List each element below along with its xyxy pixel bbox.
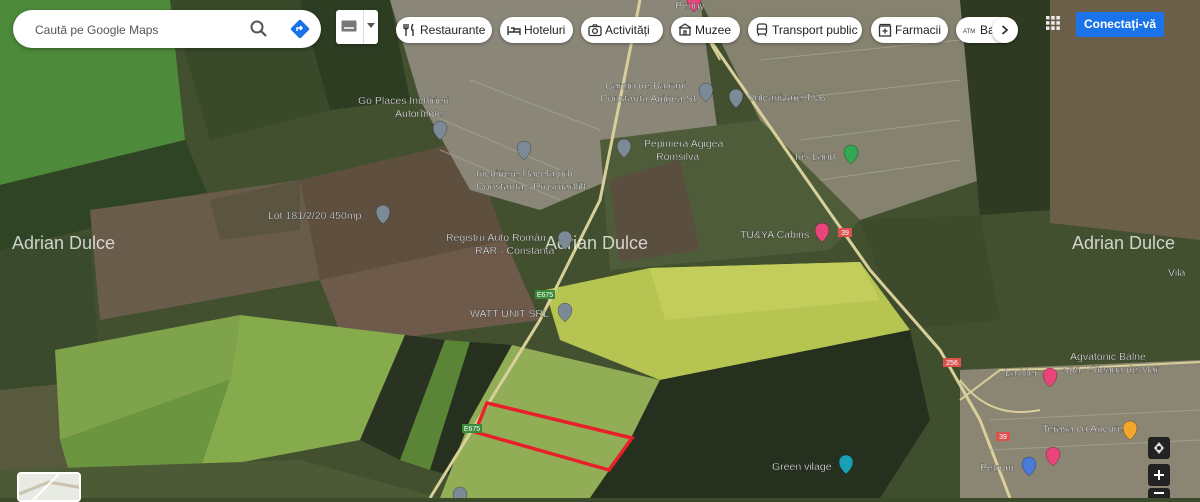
restaurant-icon <box>403 23 414 36</box>
svg-text:Petrom: Petrom <box>980 462 1014 474</box>
svg-text:Pepiniera Agigea: Pepiniera Agigea <box>644 138 724 150</box>
road-shield-e675-b: E675 <box>462 424 482 433</box>
chevron-right-icon <box>1001 25 1009 35</box>
chip-transit[interactable]: Transport public <box>748 17 862 43</box>
svg-text:Vulcanizare T&B: Vulcanizare T&B <box>748 92 826 104</box>
road-shield-e675-a: E675 <box>535 290 555 299</box>
chip-museums[interactable]: Muzee <box>671 17 740 43</box>
svg-text:Constanta - Prosmartlift: Constanta - Prosmartlift <box>476 181 586 193</box>
keyboard-icon <box>341 20 357 32</box>
search-box[interactable] <box>13 10 321 50</box>
camera-icon <box>588 24 602 37</box>
plus-icon <box>1154 470 1164 480</box>
watermark-right: Adrian Dulce <box>1072 233 1175 253</box>
place-penny[interactable]: Penny <box>675 0 706 13</box>
svg-text:RAR - Constanța: RAR - Constanța <box>475 245 555 257</box>
chip-label: Transport public <box>772 23 858 37</box>
sign-in-button[interactable]: Conectați-vă <box>1076 12 1164 37</box>
svg-text:Agvatonic Balne: Agvatonic Balne <box>1070 351 1146 363</box>
svg-text:E675: E675 <box>464 426 480 433</box>
svg-text:La Mer: La Mer <box>1005 367 1038 379</box>
svg-text:39: 39 <box>999 434 1007 441</box>
svg-text:ATM: ATM <box>963 29 975 35</box>
svg-text:WATT UNIT SRL: WATT UNIT SRL <box>470 308 549 320</box>
svg-text:Registru Auto Român: Registru Auto Român <box>446 232 546 244</box>
svg-text:Constanta Agigea Sf.: Constanta Agigea Sf. <box>600 93 699 105</box>
svg-text:Autorulote: Autorulote <box>395 108 443 120</box>
chip-label: Muzee <box>695 23 732 37</box>
svg-text:Inchiriere Nacela prb: Inchiriere Nacela prb <box>476 168 573 180</box>
chip-label: Restaurante <box>420 23 486 37</box>
pharmacy-icon <box>878 23 892 37</box>
svg-text:Lot 181/2/20 450mp: Lot 181/2/20 450mp <box>268 210 362 222</box>
layers-button[interactable] <box>336 10 378 44</box>
hotel-icon <box>507 26 521 35</box>
location-button[interactable] <box>1148 437 1170 459</box>
svg-text:Penny: Penny <box>675 0 706 12</box>
search-input[interactable] <box>33 10 247 50</box>
chip-hotels[interactable]: Hoteluri <box>500 17 573 43</box>
apps-grid-icon[interactable] <box>1044 14 1062 32</box>
svg-text:Green vilage: Green vilage <box>772 461 832 473</box>
zoom-out-button[interactable] <box>1148 488 1170 498</box>
svg-text:39: 39 <box>841 230 849 237</box>
minus-icon <box>1154 492 1164 494</box>
svg-text:Spa · Steaua de Mar: Spa · Steaua de Mar <box>1062 364 1159 376</box>
chip-restaurants[interactable]: Restaurante <box>396 17 492 43</box>
train-icon <box>756 23 768 37</box>
zoom-in-button[interactable] <box>1148 464 1170 486</box>
svg-text:Romsilva: Romsilva <box>656 151 699 163</box>
svg-text:Iris Land: Iris Land <box>795 151 835 163</box>
watermark-left: Adrian Dulce <box>12 233 115 253</box>
layers-divider <box>363 10 364 44</box>
chip-label: Hoteluri <box>524 23 566 37</box>
chip-activities[interactable]: Activități <box>581 17 663 43</box>
chip-pharmacies[interactable]: Farmacii <box>871 17 948 43</box>
svg-text:Vila: Vila <box>1168 267 1185 279</box>
satellite-map[interactable]: E675 E675 39 256 39 Adrian Dulce Adrian … <box>0 0 1200 498</box>
place-vila: Vila <box>1168 267 1186 279</box>
compass-icon <box>1154 442 1164 454</box>
svg-text:Go Places Inchirieri: Go Places Inchirieri <box>358 95 449 107</box>
road-shield-39b: 39 <box>996 432 1010 441</box>
svg-text:256: 256 <box>946 360 958 367</box>
chips-next-button[interactable] <box>992 17 1018 43</box>
atm-icon: ATM <box>963 29 975 35</box>
chip-label: Farmacii <box>895 23 942 37</box>
road-shield-256: 256 <box>943 358 961 367</box>
svg-text:E675: E675 <box>537 292 553 299</box>
museum-icon <box>678 23 692 36</box>
svg-text:Camin de Batrani: Camin de Batrani <box>605 80 686 92</box>
directions-icon[interactable] <box>290 19 310 39</box>
svg-text:Terasa cu Ancore: Terasa cu Ancore <box>1042 423 1123 435</box>
chevron-down-icon[interactable] <box>367 23 375 29</box>
search-icon[interactable] <box>249 19 269 39</box>
chip-label: Activități <box>605 23 650 37</box>
road-shield-39: 39 <box>838 228 852 237</box>
svg-text:TU&YA Cabins: TU&YA Cabins <box>740 229 809 241</box>
